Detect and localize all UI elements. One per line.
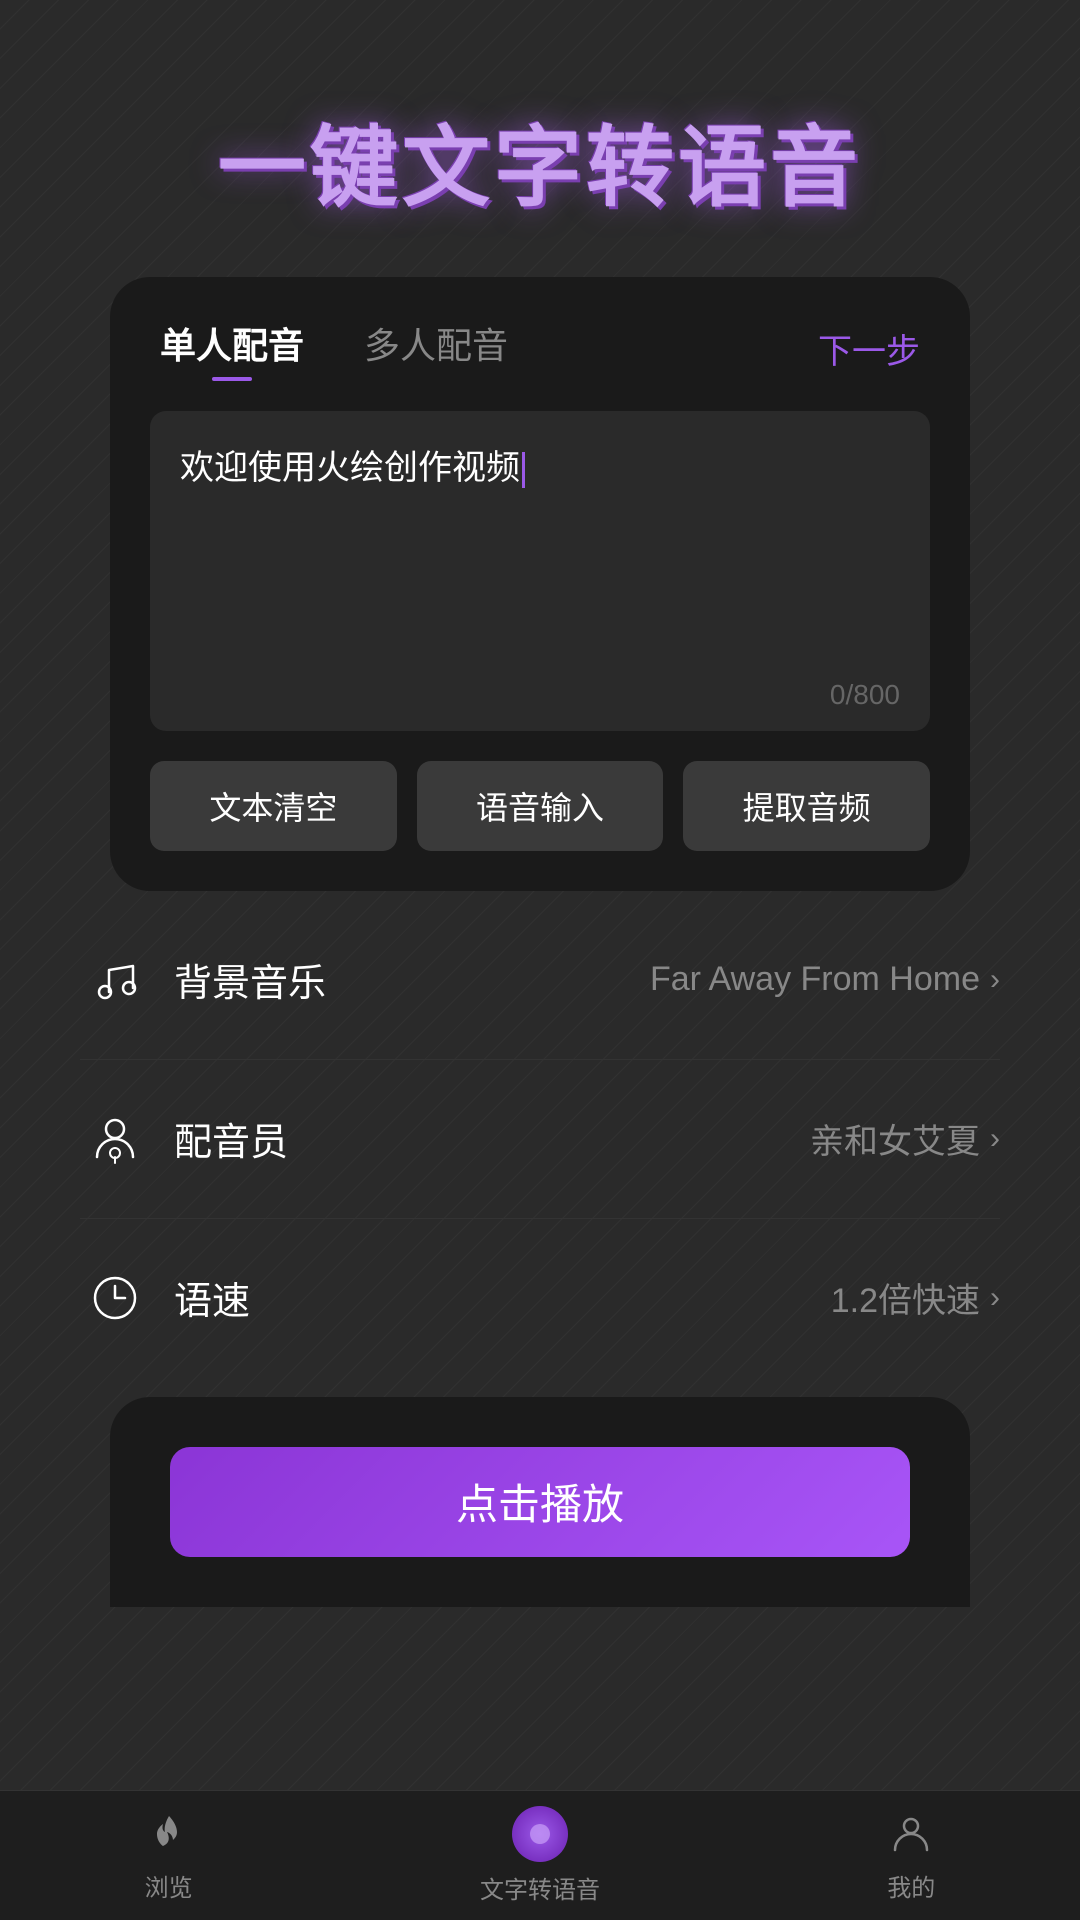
- tab-multi[interactable]: 多人配音: [364, 317, 508, 381]
- clear-button[interactable]: 文本清空: [150, 761, 397, 851]
- speed-row[interactable]: 语速 1.2倍快速 ›: [80, 1219, 1000, 1377]
- dubber-row[interactable]: 配音员 亲和女艾夏 ›: [80, 1060, 1000, 1219]
- action-buttons: 文本清空 语音输入 提取音频: [110, 731, 970, 891]
- editor-content: 欢迎使用火绘创作视频: [180, 441, 900, 495]
- bgm-value: Far Away From Home ›: [650, 960, 1000, 999]
- flame-icon: [143, 1808, 195, 1860]
- extract-audio-button[interactable]: 提取音频: [683, 761, 930, 851]
- text-editor[interactable]: 欢迎使用火绘创作视频 0/800: [150, 411, 930, 731]
- settings-section: 背景音乐 Far Away From Home › 配音员 亲和女艾夏 ›: [0, 901, 1080, 1377]
- speed-icon: [80, 1263, 150, 1333]
- char-count: 0/800: [830, 679, 900, 711]
- text-cursor: [522, 452, 525, 488]
- main-card: 单人配音 多人配音 下一步 欢迎使用火绘创作视频 0/800 文本清空 语音输入…: [110, 277, 970, 891]
- tab-bar: 单人配音 多人配音 下一步: [110, 277, 970, 391]
- tts-dot: [530, 1824, 550, 1844]
- bgm-row[interactable]: 背景音乐 Far Away From Home ›: [80, 901, 1000, 1060]
- speed-label: 语速: [174, 1270, 250, 1325]
- nav-tts[interactable]: 文字转语音: [480, 1806, 600, 1905]
- next-button[interactable]: 下一步: [818, 324, 920, 373]
- nav-tts-label: 文字转语音: [480, 1870, 600, 1905]
- music-icon: [80, 945, 150, 1015]
- speed-chevron: ›: [990, 1281, 1000, 1315]
- nav-profile-label: 我的: [887, 1868, 935, 1903]
- dubber-chevron: ›: [990, 1122, 1000, 1156]
- tab-single[interactable]: 单人配音: [160, 317, 304, 381]
- bottom-card: 点击播放: [110, 1397, 970, 1607]
- tts-icon: [512, 1806, 568, 1862]
- nav-browse-label: 浏览: [145, 1868, 193, 1903]
- dubber-value: 亲和女艾夏 ›: [810, 1114, 1000, 1163]
- speed-value: 1.2倍快速 ›: [831, 1273, 1000, 1322]
- nav-profile[interactable]: 我的: [885, 1808, 937, 1903]
- nav-browse[interactable]: 浏览: [143, 1808, 195, 1903]
- play-button[interactable]: 点击播放: [170, 1447, 910, 1557]
- profile-icon: [885, 1808, 937, 1860]
- hero-title: 一键文字转语音: [218, 120, 862, 217]
- dubber-label: 配音员: [174, 1111, 288, 1166]
- bottom-nav: 浏览 文字转语音 我的: [0, 1790, 1080, 1920]
- dubber-icon: [80, 1104, 150, 1174]
- bgm-chevron: ›: [990, 963, 1000, 997]
- voice-input-button[interactable]: 语音输入: [417, 761, 664, 851]
- bgm-label: 背景音乐: [174, 952, 326, 1007]
